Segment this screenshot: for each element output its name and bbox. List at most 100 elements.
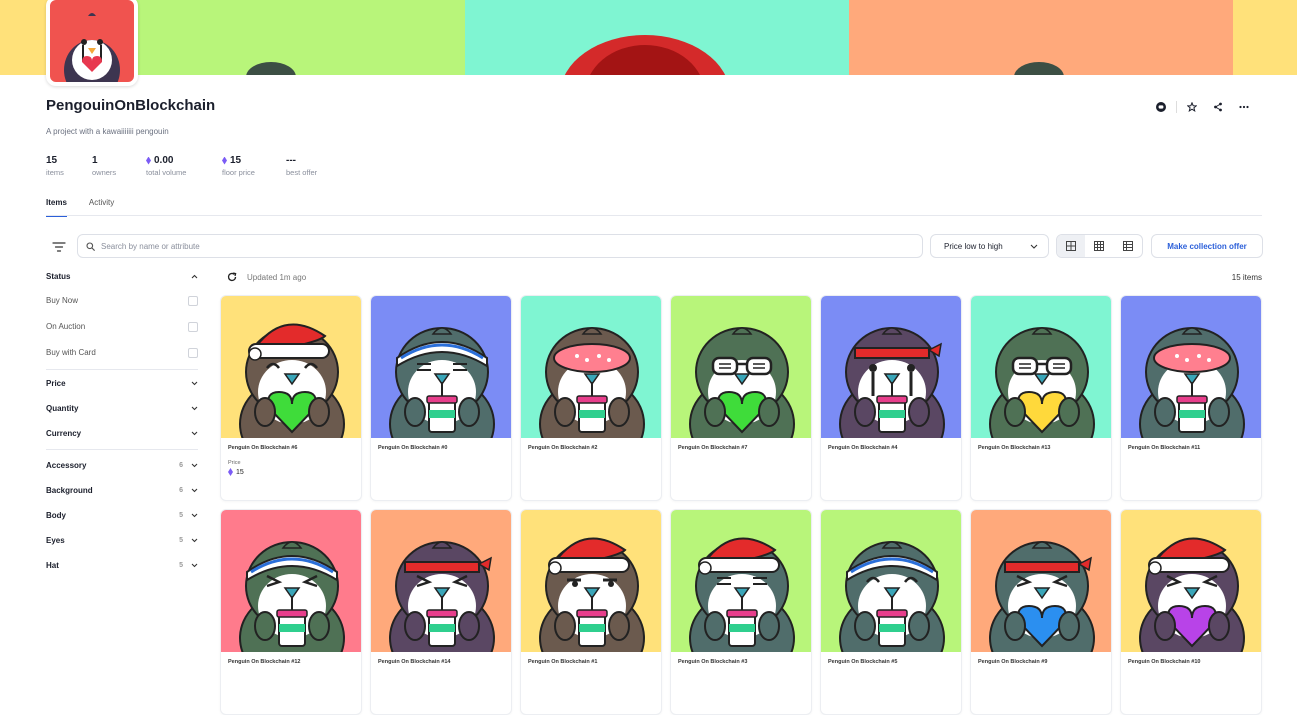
nft-name: Penguin On Blockchain #4 bbox=[828, 445, 898, 451]
divider bbox=[1176, 101, 1177, 113]
nft-name: Penguin On Blockchain #13 bbox=[978, 445, 1051, 451]
updated-status: Updated 1m ago bbox=[227, 272, 306, 282]
eth-icon bbox=[222, 156, 227, 165]
search-input[interactable]: Search by name or attribute bbox=[77, 234, 923, 258]
nft-image[interactable] bbox=[521, 510, 661, 652]
nft-card[interactable]: Penguin On Blockchain #10 bbox=[1120, 509, 1262, 715]
chevron-down-icon bbox=[191, 538, 198, 543]
nft-card[interactable]: Penguin On Blockchain #0 bbox=[370, 295, 512, 501]
status-filter-header[interactable]: Status bbox=[46, 270, 198, 283]
nft-image[interactable] bbox=[371, 296, 511, 438]
refresh-icon[interactable] bbox=[227, 272, 237, 282]
stat-floor-price: 15 floor price bbox=[222, 155, 255, 177]
sort-selected: Price low to high bbox=[944, 241, 1003, 251]
make-collection-offer-button[interactable]: Make collection offer bbox=[1151, 234, 1263, 258]
divider bbox=[46, 449, 198, 450]
collection-avatar bbox=[46, 0, 138, 86]
sort-select[interactable]: Price low to high bbox=[930, 234, 1049, 258]
collection-description: A project with a kawaiiiiiii pengouin bbox=[46, 127, 169, 136]
nft-card[interactable]: Penguin On Blockchain #4 bbox=[820, 295, 962, 501]
filter-sidebar: Status Buy Now On Auction Buy with Card … bbox=[46, 270, 198, 572]
chevron-down-icon bbox=[191, 463, 198, 468]
list-icon bbox=[1122, 241, 1133, 251]
nft-card[interactable]: Penguin On Blockchain #9 bbox=[970, 509, 1112, 715]
stat-items: 15 items bbox=[46, 155, 64, 177]
nft-image[interactable] bbox=[671, 510, 811, 652]
chevron-up-icon bbox=[191, 274, 198, 279]
currency-filter-header[interactable]: Currency bbox=[46, 427, 198, 440]
price-label: Price bbox=[228, 460, 241, 466]
nft-image[interactable] bbox=[221, 510, 361, 652]
view-small-grid-button[interactable] bbox=[1085, 235, 1113, 257]
checkbox[interactable] bbox=[188, 295, 198, 306]
trait-body[interactable]: Body 5 bbox=[46, 509, 198, 522]
items-count: 15 items bbox=[1231, 273, 1262, 282]
chevron-down-icon bbox=[191, 406, 198, 411]
nft-name: Penguin On Blockchain #10 bbox=[1128, 659, 1201, 665]
nft-name: Penguin On Blockchain #9 bbox=[978, 659, 1048, 665]
stat-total-volume: 0.00 total volume bbox=[146, 155, 187, 177]
share-icon[interactable] bbox=[1205, 100, 1231, 114]
view-list-button[interactable] bbox=[1114, 235, 1142, 257]
chevron-down-icon bbox=[191, 381, 198, 386]
nft-card[interactable]: Penguin On Blockchain #2 bbox=[520, 295, 662, 501]
trait-accessory[interactable]: Accessory 6 bbox=[46, 459, 198, 472]
nft-card[interactable]: Penguin On Blockchain #14 bbox=[370, 509, 512, 715]
filter-toggle-icon[interactable] bbox=[52, 240, 66, 252]
nft-name: Penguin On Blockchain #3 bbox=[678, 659, 748, 665]
nft-image[interactable] bbox=[371, 510, 511, 652]
nft-card[interactable]: Penguin On Blockchain #6 Price 15 bbox=[220, 295, 362, 501]
stat-best-offer: --- best offer bbox=[286, 155, 318, 177]
star-icon[interactable] bbox=[1179, 100, 1205, 114]
checkbox[interactable] bbox=[188, 321, 198, 332]
price-value: 15 bbox=[221, 466, 361, 476]
eth-icon bbox=[146, 156, 151, 165]
nft-image[interactable] bbox=[1121, 510, 1261, 652]
nft-card[interactable]: Penguin On Blockchain #12 bbox=[220, 509, 362, 715]
chevron-down-icon bbox=[191, 563, 198, 568]
nft-card[interactable]: Penguin On Blockchain #3 bbox=[670, 509, 812, 715]
price-filter-header[interactable]: Price bbox=[46, 377, 198, 390]
nft-card[interactable]: Penguin On Blockchain #7 bbox=[670, 295, 812, 501]
nft-image[interactable] bbox=[221, 296, 361, 438]
quantity-filter-header[interactable]: Quantity bbox=[46, 402, 198, 415]
eth-icon bbox=[228, 468, 233, 476]
nft-card[interactable]: Penguin On Blockchain #11 bbox=[1120, 295, 1262, 501]
collection-banner bbox=[0, 0, 1297, 75]
grid-small-icon bbox=[1094, 241, 1105, 251]
nft-image[interactable] bbox=[521, 296, 661, 438]
nft-name: Penguin On Blockchain #5 bbox=[828, 659, 898, 665]
nft-image[interactable] bbox=[971, 296, 1111, 438]
trait-eyes[interactable]: Eyes 5 bbox=[46, 534, 198, 547]
trait-hat[interactable]: Hat 5 bbox=[46, 559, 198, 572]
more-icon[interactable] bbox=[1231, 100, 1257, 114]
stat-owners: 1 owners bbox=[92, 155, 117, 177]
nft-name: Penguin On Blockchain #11 bbox=[1128, 445, 1201, 451]
status-option-on-auction[interactable]: On Auction bbox=[46, 320, 198, 333]
checkbox[interactable] bbox=[188, 347, 198, 358]
nft-name: Penguin On Blockchain #7 bbox=[678, 445, 748, 451]
chevron-down-icon bbox=[191, 513, 198, 518]
tab-divider bbox=[46, 215, 1262, 216]
nft-card[interactable]: Penguin On Blockchain #1 bbox=[520, 509, 662, 715]
search-placeholder: Search by name or attribute bbox=[101, 241, 200, 251]
status-option-buy-now[interactable]: Buy Now bbox=[46, 294, 198, 307]
nft-image[interactable] bbox=[671, 296, 811, 438]
collection-title: PengouinOnBlockchain bbox=[46, 97, 216, 114]
nft-image[interactable] bbox=[821, 510, 961, 652]
nft-card[interactable]: Penguin On Blockchain #5 bbox=[820, 509, 962, 715]
trait-background[interactable]: Background 6 bbox=[46, 484, 198, 497]
grid-large-icon bbox=[1066, 241, 1077, 251]
nft-name: Penguin On Blockchain #2 bbox=[528, 445, 598, 451]
nft-image[interactable] bbox=[821, 296, 961, 438]
nft-name: Penguin On Blockchain #1 bbox=[528, 659, 598, 665]
nft-card[interactable]: Penguin On Blockchain #13 bbox=[970, 295, 1112, 501]
nft-image[interactable] bbox=[971, 510, 1111, 652]
status-option-buy-with-card[interactable]: Buy with Card bbox=[46, 346, 198, 359]
chevron-down-icon bbox=[191, 488, 198, 493]
discord-icon[interactable] bbox=[1148, 100, 1174, 114]
view-large-grid-button[interactable] bbox=[1057, 235, 1086, 257]
nft-image[interactable] bbox=[1121, 296, 1261, 438]
banner-segment bbox=[136, 0, 465, 75]
view-mode-toggle bbox=[1056, 234, 1143, 258]
